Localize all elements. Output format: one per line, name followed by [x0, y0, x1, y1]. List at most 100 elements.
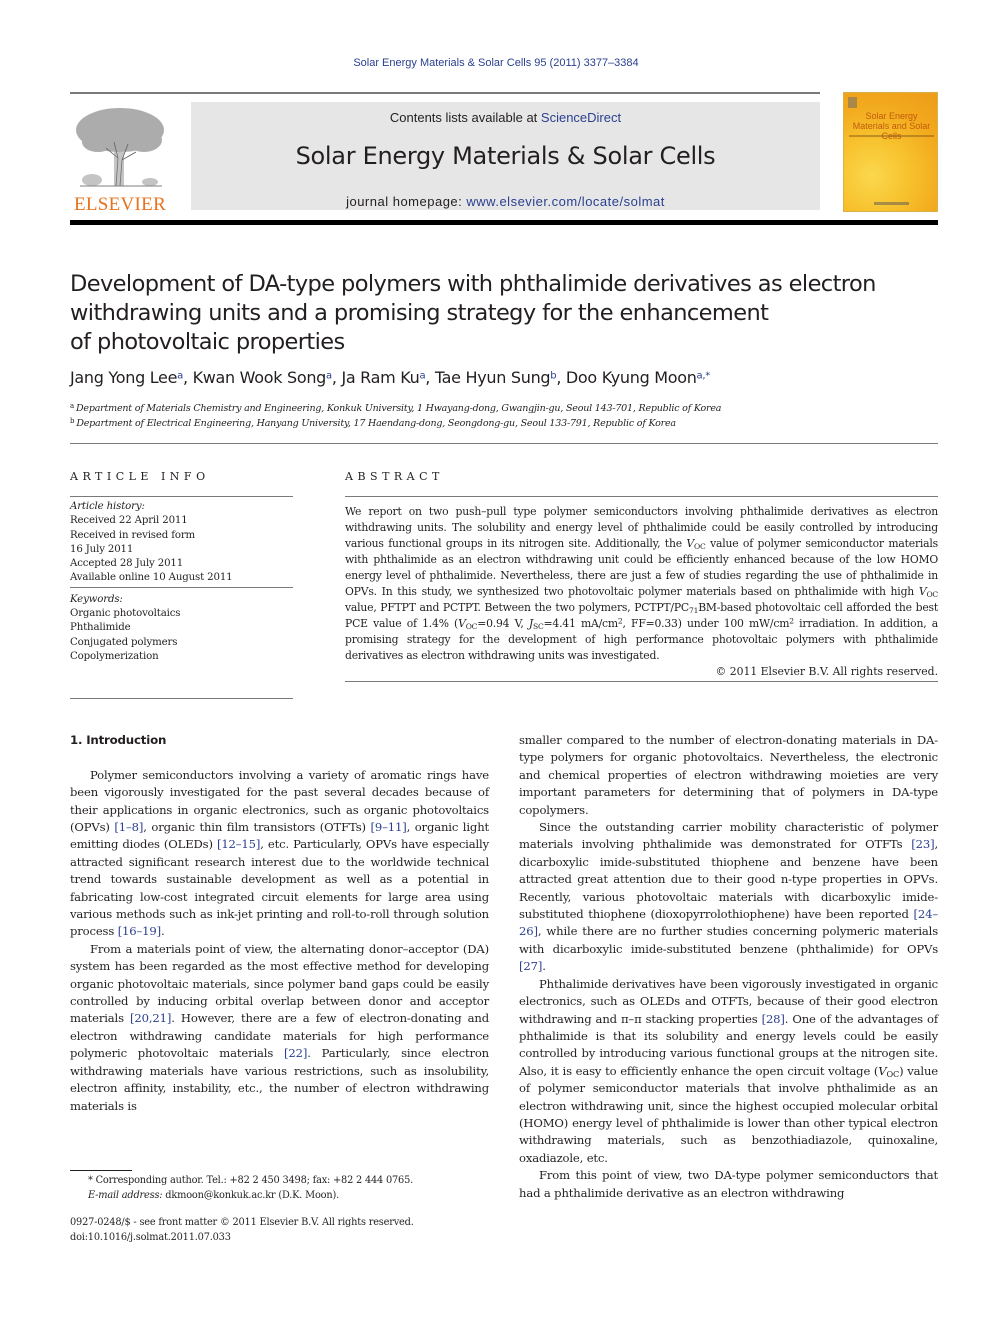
- keyword[interactable]: Conjugated polymers: [70, 636, 293, 650]
- affiliation: a Department of Materials Chemistry and …: [70, 401, 930, 416]
- article-history: Article history: Received 22 April 2011 …: [70, 497, 293, 587]
- subscript: OC: [886, 1068, 900, 1079]
- homepage-line: journal homepage: www.elsevier.com/locat…: [191, 194, 820, 209]
- body-paragraph: smaller compared to the number of electr…: [519, 733, 938, 817]
- superscript: 2: [789, 616, 794, 626]
- title-line: Development of DA-type polymers with pht…: [70, 271, 876, 297]
- author-affiliation-mark[interactable]: b: [550, 371, 556, 382]
- author-affiliation-mark[interactable]: a,*: [697, 371, 711, 382]
- keyword[interactable]: Organic photovoltaics: [70, 607, 293, 621]
- author-name[interactable]: Kwan Wook Song: [193, 368, 327, 387]
- citation-link[interactable]: [22]: [284, 1046, 307, 1060]
- email-label: E-mail address:: [88, 1189, 163, 1201]
- affiliation-text: Department of Electrical Engineering, Ha…: [76, 418, 676, 429]
- abstract-copyright: © 2011 Elsevier B.V. All rights reserved…: [715, 665, 938, 678]
- journal-name: Solar Energy Materials & Solar Cells: [295, 142, 716, 170]
- abstract-text: We report on two push–pull type polymer …: [345, 505, 939, 662]
- author-list: Jang Yong Leea, Kwan Wook Songa, Ja Ram …: [70, 368, 711, 387]
- author-affiliation-mark[interactable]: a: [326, 371, 332, 382]
- email-address[interactable]: dkmoon@konkuk.ac.kr (D.K. Moon).: [162, 1190, 339, 1201]
- corresponding-author-note: * Corresponding author. Tel.: +82 2 450 …: [88, 1175, 414, 1186]
- masthead-top-rule: [70, 92, 820, 94]
- citation-link[interactable]: [28]: [762, 1012, 785, 1026]
- journal-reference[interactable]: Solar Energy Materials & Solar Cells 95 …: [0, 57, 992, 69]
- elsevier-wordmark: ELSEVIER: [73, 194, 167, 215]
- history-item: Received in revised form: [70, 529, 196, 541]
- subscript: OC: [465, 621, 478, 631]
- article-info-panel: ARTICLE INFO Article history: Received 2…: [70, 470, 293, 699]
- contents-line: Contents lists available at ScienceDirec…: [191, 110, 820, 125]
- body-paragraph: Polymer semiconductors involving a varie…: [70, 767, 490, 939]
- affiliations: a Department of Materials Chemistry and …: [70, 401, 930, 431]
- author-name[interactable]: Ja Ram Ku: [341, 368, 419, 387]
- body-column-right: smaller compared to the number of electr…: [519, 732, 938, 1202]
- italic-symbol: V: [686, 537, 695, 550]
- keywords: Keywords: Organic photovoltaics Phthalim…: [70, 588, 293, 698]
- footnotes: * Corresponding author. Tel.: +82 2 450 …: [70, 1174, 500, 1203]
- abstract-heading: ABSTRACT: [345, 470, 444, 483]
- article-title: Development of DA-type polymers with pht…: [70, 270, 930, 357]
- email-note: E-mail address: dkmoon@konkuk.ac.kr (D.K…: [70, 1189, 500, 1204]
- citation-link[interactable]: [12–15]: [217, 837, 260, 851]
- title-line: of photovoltaic properties: [70, 329, 345, 355]
- author-name[interactable]: Tae Hyun Sung: [435, 368, 551, 387]
- affiliation: b Department of Electrical Engineering, …: [70, 416, 930, 431]
- sciencedirect-link[interactable]: ScienceDirect: [541, 110, 621, 125]
- elsevier-logo[interactable]: ELSEVIER: [70, 102, 170, 215]
- author-affiliation-mark[interactable]: a: [419, 371, 425, 382]
- italic-symbol: V: [878, 1063, 887, 1078]
- author-name[interactable]: Jang Yong Lee: [70, 368, 177, 387]
- journal-masthead: ELSEVIER Contents lists available at Sci…: [70, 92, 938, 225]
- keywords-label: Keywords:: [70, 593, 123, 605]
- superscript: 2: [617, 616, 623, 626]
- history-item: Accepted 28 July 2011: [70, 558, 184, 570]
- right-paragraphs: smaller compared to the number of electr…: [519, 732, 938, 1202]
- subscript: SC: [533, 621, 544, 631]
- left-paragraphs: Polymer semiconductors involving a varie…: [70, 767, 489, 1115]
- keyword[interactable]: Phthalimide: [70, 621, 293, 635]
- footnote-rule: [70, 1170, 132, 1171]
- journal-homepage-link[interactable]: www.elsevier.com/locate/solmat: [466, 194, 665, 209]
- keyword[interactable]: Copolymerization: [70, 650, 293, 664]
- section-heading-introduction: 1. Introduction: [70, 733, 167, 747]
- history-item: 16 July 2011: [70, 543, 134, 555]
- subscript: OC: [926, 589, 938, 599]
- masthead-bottom-rule: [70, 220, 938, 225]
- contents-prefix: Contents lists available at: [389, 110, 541, 125]
- subscript: OC: [694, 541, 706, 551]
- doi[interactable]: doi:10.1016/j.solmat.2011.07.033: [70, 1231, 500, 1246]
- homepage-prefix: journal homepage:: [346, 194, 467, 209]
- affiliation-text: Department of Materials Chemistry and En…: [76, 403, 722, 414]
- body-paragraph: From a materials point of view, the alte…: [70, 941, 489, 1113]
- citation-link[interactable]: [20,21]: [130, 1011, 171, 1025]
- divider: [70, 697, 293, 699]
- citation-link[interactable]: [23]: [911, 837, 934, 851]
- italic-symbol: V: [458, 617, 466, 630]
- citation-link[interactable]: [24–26]: [519, 907, 938, 938]
- front-matter-note: 0927-0248/$ - see front matter © 2011 El…: [70, 1217, 414, 1228]
- cover-publisher-icon: [848, 97, 857, 108]
- abstract-panel: ABSTRACT We report on two push–pull type…: [345, 470, 938, 682]
- divider: [345, 681, 938, 682]
- history-item: Received 22 April 2011: [70, 515, 188, 527]
- citation-link[interactable]: [16–19]: [118, 924, 161, 938]
- citation-link[interactable]: [1–8]: [114, 820, 143, 834]
- body-paragraph: Since the outstanding carrier mobility c…: [519, 820, 938, 974]
- elsevier-tree-icon: [76, 108, 164, 187]
- journal-cover-thumbnail[interactable]: Solar Energy Materials and Solar Cells: [843, 92, 938, 212]
- body-paragraph: From this point of view, two DA-type pol…: [519, 1168, 938, 1200]
- subscript: 71: [688, 605, 699, 615]
- author-name[interactable]: Doo Kyung Moon: [566, 368, 697, 387]
- article-info-heading: ARTICLE INFO: [70, 470, 210, 483]
- author-affiliation-mark[interactable]: a: [177, 371, 183, 382]
- cover-footer-bar: [874, 202, 909, 205]
- front-matter: 0927-0248/$ - see front matter © 2011 El…: [70, 1216, 500, 1245]
- title-line: withdrawing units and a promising strate…: [70, 300, 769, 326]
- cover-subtitle-bar: [849, 135, 934, 137]
- body-paragraph: Phthalimide derivatives have been vigoro…: [519, 976, 938, 1165]
- citation-link[interactable]: [9–11]: [371, 820, 407, 834]
- body-column-left: 1. Introduction Polymer semiconductors i…: [70, 732, 489, 1115]
- header-divider: [70, 443, 938, 444]
- masthead-box: Contents lists available at ScienceDirec…: [191, 102, 820, 210]
- citation-link[interactable]: [27]: [519, 959, 542, 973]
